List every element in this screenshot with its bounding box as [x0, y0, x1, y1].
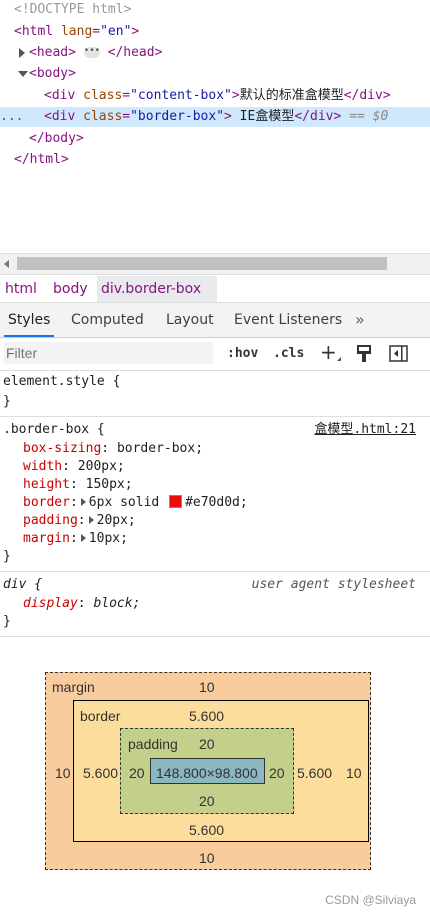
horizontal-scrollbar[interactable] [0, 253, 430, 275]
div1-attr: class [83, 88, 123, 103]
collapsed-ellipsis-icon[interactable]: ••• [83, 47, 100, 58]
styles-toolbar: :hov .cls + [0, 338, 430, 371]
html-close-node[interactable]: </html> [0, 150, 430, 170]
breadcrumb-body[interactable]: body [49, 276, 92, 302]
div2-tag-close: div [310, 109, 334, 124]
padding-label: padding [128, 736, 178, 752]
margin-bottom-value[interactable]: 10 [199, 850, 215, 866]
box-model-diagram: margin 10 10 10 10 border 5.600 5.600 5.… [0, 640, 430, 890]
decl-box-sizing[interactable]: box-sizing: border-box; [23, 440, 203, 458]
doctype-text: <!DOCTYPE html> [14, 2, 132, 17]
html-lang-value: "en" [100, 24, 132, 39]
head-node[interactable]: <head> ••• </head> [0, 43, 430, 63]
expand-padding-shorthand-icon[interactable] [88, 516, 94, 524]
watermark: CSDN @Silviaya [325, 893, 416, 907]
paint-brush-icon[interactable] [357, 345, 371, 367]
div2-attr: class [83, 109, 123, 124]
tab-styles[interactable]: Styles [3, 303, 55, 337]
styles-pane: element.style { } .border-box { 盒模型.html… [0, 371, 430, 639]
html-node[interactable]: <html lang="en"> [0, 22, 430, 42]
padding-top-value[interactable]: 20 [199, 736, 215, 752]
new-rule-menu-corner-icon[interactable] [337, 357, 341, 361]
border-box-source-link[interactable]: 盒模型.html:21 [314, 421, 416, 439]
element-style-close: } [3, 394, 11, 409]
border-label: border [80, 708, 121, 724]
div2-class-value: "border-box" [130, 109, 225, 124]
div1-tag-close: div [359, 88, 383, 103]
breadcrumb-html[interactable]: html [1, 276, 41, 302]
html-tag-close: html [29, 152, 61, 167]
tab-event-listeners[interactable]: Event Listeners [234, 303, 342, 337]
elements-tree: <!DOCTYPE html> <html lang="en"> <head> … [0, 0, 430, 250]
filter-input[interactable] [4, 342, 213, 364]
div2-text: IE盒模型 [231, 109, 295, 124]
decl-border[interactable]: border: 6px solid #e70d0d; [23, 494, 248, 512]
border-box-selector[interactable]: .border-box { [3, 421, 105, 439]
sidebar-tabs: Styles Computed Layout Event Listeners » [0, 303, 430, 338]
decl-margin[interactable]: margin: 10px; [23, 530, 128, 548]
decl-width[interactable]: width: 200px; [23, 458, 125, 476]
toggle-sidebar-icon[interactable] [389, 345, 408, 366]
breadcrumb: html body div.border-box [0, 276, 430, 303]
border-box-close: } [3, 549, 11, 564]
border-left-value[interactable]: 5.600 [83, 765, 118, 781]
div1-text: 默认的标准盒模型 [239, 88, 344, 103]
border-top-value[interactable]: 5.600 [189, 708, 224, 724]
content-box-div-node[interactable]: <div class="content-box">默认的标准盒模型</div> [0, 86, 430, 106]
body-tag-close: body [44, 131, 76, 146]
row-gutter-dots[interactable]: ... [0, 107, 23, 127]
cls-button[interactable]: .cls [273, 344, 304, 364]
ua-source-label: user agent stylesheet [251, 577, 416, 592]
body-tag-open: body [36, 66, 69, 81]
border-box-rule[interactable]: .border-box { 盒模型.html:21 box-sizing: bo… [0, 417, 430, 572]
hov-button[interactable]: :hov [227, 344, 258, 364]
element-style-rule[interactable]: element.style { } [0, 371, 430, 417]
decl-display: display: block; [23, 596, 141, 611]
padding-left-value[interactable]: 20 [129, 765, 145, 781]
content-size-value[interactable]: 148.800×98.800 [156, 765, 258, 781]
console-ref: == $0 [349, 109, 389, 124]
border-box-div-node-selected[interactable]: ... <div class="border-box"> IE盒模型</div>… [0, 107, 430, 127]
ua-selector: div { [3, 577, 43, 592]
div1-tag: div [51, 88, 76, 103]
tab-layout[interactable]: Layout [166, 303, 214, 337]
body-close-node[interactable]: </body> [0, 129, 430, 149]
expand-head-icon[interactable] [19, 48, 25, 58]
breadcrumb-div-border-box[interactable]: div.border-box [97, 276, 217, 302]
head-tag-open: head [36, 45, 69, 60]
margin-left-value[interactable]: 10 [55, 765, 71, 781]
html-lang-attr: lang [60, 24, 93, 39]
new-style-rule-button[interactable]: + [320, 341, 337, 363]
padding-bottom-value[interactable]: 20 [199, 793, 215, 809]
div2-tag: div [51, 109, 76, 124]
border-right-value[interactable]: 5.600 [297, 765, 332, 781]
element-style-selector[interactable]: element.style { [3, 373, 120, 391]
more-tabs-icon[interactable]: » [355, 303, 365, 337]
scroll-left-arrow-icon[interactable] [4, 260, 9, 268]
decl-height[interactable]: height: 150px; [23, 476, 133, 494]
body-node[interactable]: <body> [0, 64, 430, 84]
expand-margin-shorthand-icon[interactable] [80, 534, 86, 542]
ua-close: } [3, 614, 11, 629]
tab-computed[interactable]: Computed [71, 303, 144, 337]
user-agent-div-rule[interactable]: div { user agent stylesheet display: blo… [0, 572, 430, 637]
padding-right-value[interactable]: 20 [269, 765, 285, 781]
decl-padding[interactable]: padding: 20px; [23, 512, 136, 530]
div1-class-value: "content-box" [130, 88, 232, 103]
color-swatch[interactable] [169, 495, 183, 508]
margin-label: margin [52, 679, 95, 695]
margin-top-value[interactable]: 10 [199, 679, 215, 695]
border-bottom-value[interactable]: 5.600 [189, 822, 224, 838]
doctype-node[interactable]: <!DOCTYPE html> [0, 0, 430, 20]
html-tag-name: html [21, 24, 54, 39]
margin-right-value[interactable]: 10 [346, 765, 362, 781]
expand-border-shorthand-icon[interactable] [80, 498, 86, 506]
collapse-body-icon[interactable] [18, 71, 28, 77]
head-tag-close: head [123, 45, 155, 60]
scrollbar-thumb[interactable] [17, 257, 387, 270]
